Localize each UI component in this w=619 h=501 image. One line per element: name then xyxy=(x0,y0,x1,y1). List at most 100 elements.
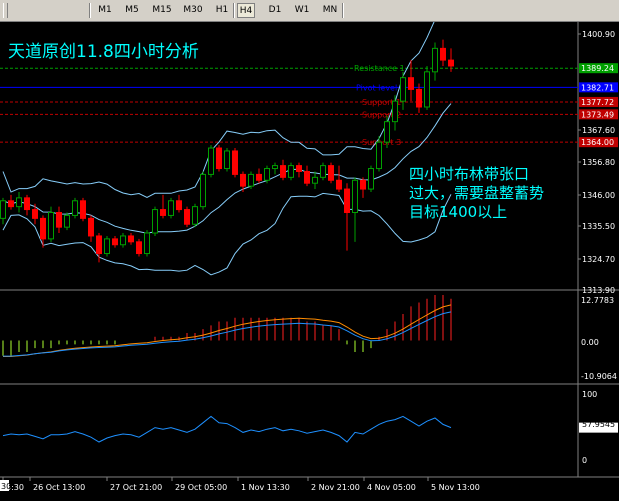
time-left-tag: 30 xyxy=(1,482,11,491)
candle-body xyxy=(328,165,334,181)
price-tick-label: 1313.90 xyxy=(582,286,615,295)
candle-body xyxy=(96,235,102,255)
level-label: Pivot level xyxy=(356,83,397,92)
candle-body xyxy=(88,217,94,237)
timeframe-m1-button[interactable]: M1 xyxy=(95,3,115,18)
candle-body xyxy=(344,188,350,214)
toolbar-separator xyxy=(233,3,235,18)
candle-body xyxy=(368,168,374,190)
analysis-note: 四小时布林带张口 过大，需要盘整蓄势 目标1400以上 xyxy=(409,165,609,222)
candle-body xyxy=(72,200,78,216)
candle-body xyxy=(360,179,366,190)
candle-body xyxy=(392,100,398,123)
level-badge-text: 1373.49 xyxy=(581,110,614,119)
time-tick-label: 2 Nov 21:00 xyxy=(311,483,360,492)
candle-body xyxy=(40,217,46,240)
price-tick-label: 1335.50 xyxy=(582,222,615,231)
rsi-tick-label: 100 xyxy=(582,390,597,399)
price-tick-label: 1367.60 xyxy=(582,126,615,135)
toolbar-grip[interactable] xyxy=(3,3,8,18)
timeframe-toolbar: M1 M5 M15 M30 H1 H4 D1 W1 MN xyxy=(0,0,619,22)
candle-body xyxy=(408,77,414,90)
timeframe-m30-button[interactable]: M30 xyxy=(180,3,206,18)
candle-body xyxy=(296,165,302,172)
candle-body xyxy=(24,197,30,211)
timeframe-d1-button[interactable]: D1 xyxy=(265,3,285,18)
time-tick-label: 29 Oct 05:00 xyxy=(175,483,227,492)
candle-body xyxy=(144,232,150,255)
candle-body xyxy=(400,77,406,102)
candle-body xyxy=(160,209,166,216)
level-badge-text: 1382.71 xyxy=(581,83,614,92)
rsi-tick-label: 57.9545 xyxy=(582,420,615,429)
candle-body xyxy=(448,59,454,67)
candle-body xyxy=(64,214,70,228)
timeframe-h4-button[interactable]: H4 xyxy=(237,3,255,18)
candle-body xyxy=(120,235,126,246)
candle-body xyxy=(168,200,174,216)
candle-body xyxy=(104,238,110,255)
candle-body xyxy=(184,209,190,225)
candle-body xyxy=(208,147,214,175)
candle-body xyxy=(432,47,438,73)
candle-body xyxy=(224,150,230,170)
candle-body xyxy=(424,71,430,108)
candle-body xyxy=(56,212,62,228)
price-tick-label: 1400.90 xyxy=(582,30,615,39)
candle-body xyxy=(192,206,198,225)
candle-body xyxy=(416,88,422,108)
chart-area[interactable]: Resistance 1 1389.24Pivot level 1382.71Sup… xyxy=(0,22,619,501)
note-line-2: 过大，需要盘整蓄势 xyxy=(409,184,545,202)
candle-body xyxy=(216,147,222,170)
time-tick-label: 1 Nov 13:30 xyxy=(241,483,290,492)
level-badge-text: 1377.72 xyxy=(581,98,614,107)
candle-body xyxy=(152,209,158,234)
candle-body xyxy=(336,179,342,190)
rsi-tick-label: 0 xyxy=(582,456,587,465)
level-label: Resistance 1 xyxy=(354,64,405,73)
candle-body xyxy=(128,235,134,243)
candle-body xyxy=(440,47,446,61)
timeframe-w1-button[interactable]: W1 xyxy=(293,3,311,18)
macd-tick-label: 12.7783 xyxy=(581,296,614,305)
candle-body xyxy=(248,173,254,187)
candle-body xyxy=(384,121,390,143)
price-tick-label: 1324.70 xyxy=(582,255,615,264)
candle-body xyxy=(32,209,38,219)
candle-body xyxy=(112,238,118,246)
time-tick-label: 27 Oct 21:00 xyxy=(110,483,162,492)
analysis-title: 天道原创11.8四小时分析 xyxy=(8,42,199,62)
candle-body xyxy=(376,141,382,170)
macd-tick-label: 0.00 xyxy=(581,338,599,347)
candle-body xyxy=(8,200,14,208)
candle-body xyxy=(136,241,142,255)
candle-body xyxy=(0,200,6,219)
time-tick-label: 4 Nov 05:00 xyxy=(367,483,416,492)
candle-body xyxy=(272,165,278,170)
level-badge-text: 1364.00 xyxy=(581,138,614,147)
timeframe-h1-button[interactable]: H1 xyxy=(213,3,231,18)
timeframe-mn-button[interactable]: MN xyxy=(320,3,340,18)
candle-body xyxy=(304,170,310,184)
note-line-1: 四小时布林带张口 xyxy=(409,165,530,183)
timeframe-m15-button[interactable]: M15 xyxy=(149,3,175,18)
level-badge-text: 1389.24 xyxy=(581,64,614,73)
candle-body xyxy=(240,173,246,187)
timeframe-m5-button[interactable]: M5 xyxy=(122,3,142,18)
candle-body xyxy=(312,176,318,184)
toolbar-separator xyxy=(342,3,344,18)
candle-body xyxy=(176,200,182,211)
candle-body xyxy=(280,165,286,178)
candle-body xyxy=(16,197,22,208)
time-tick-label: 5 Nov 13:00 xyxy=(431,483,480,492)
candle-body xyxy=(288,165,294,178)
candle-body xyxy=(48,212,54,240)
macd-tick-label: -10.9064 xyxy=(581,372,617,381)
toolbar-separator xyxy=(89,3,91,18)
time-tick-label: 26 Oct 13:00 xyxy=(33,483,85,492)
chart-background xyxy=(0,22,619,501)
candle-body xyxy=(256,173,262,181)
candle-body xyxy=(264,168,270,181)
candle-body xyxy=(80,200,86,219)
candle-body xyxy=(352,179,358,214)
